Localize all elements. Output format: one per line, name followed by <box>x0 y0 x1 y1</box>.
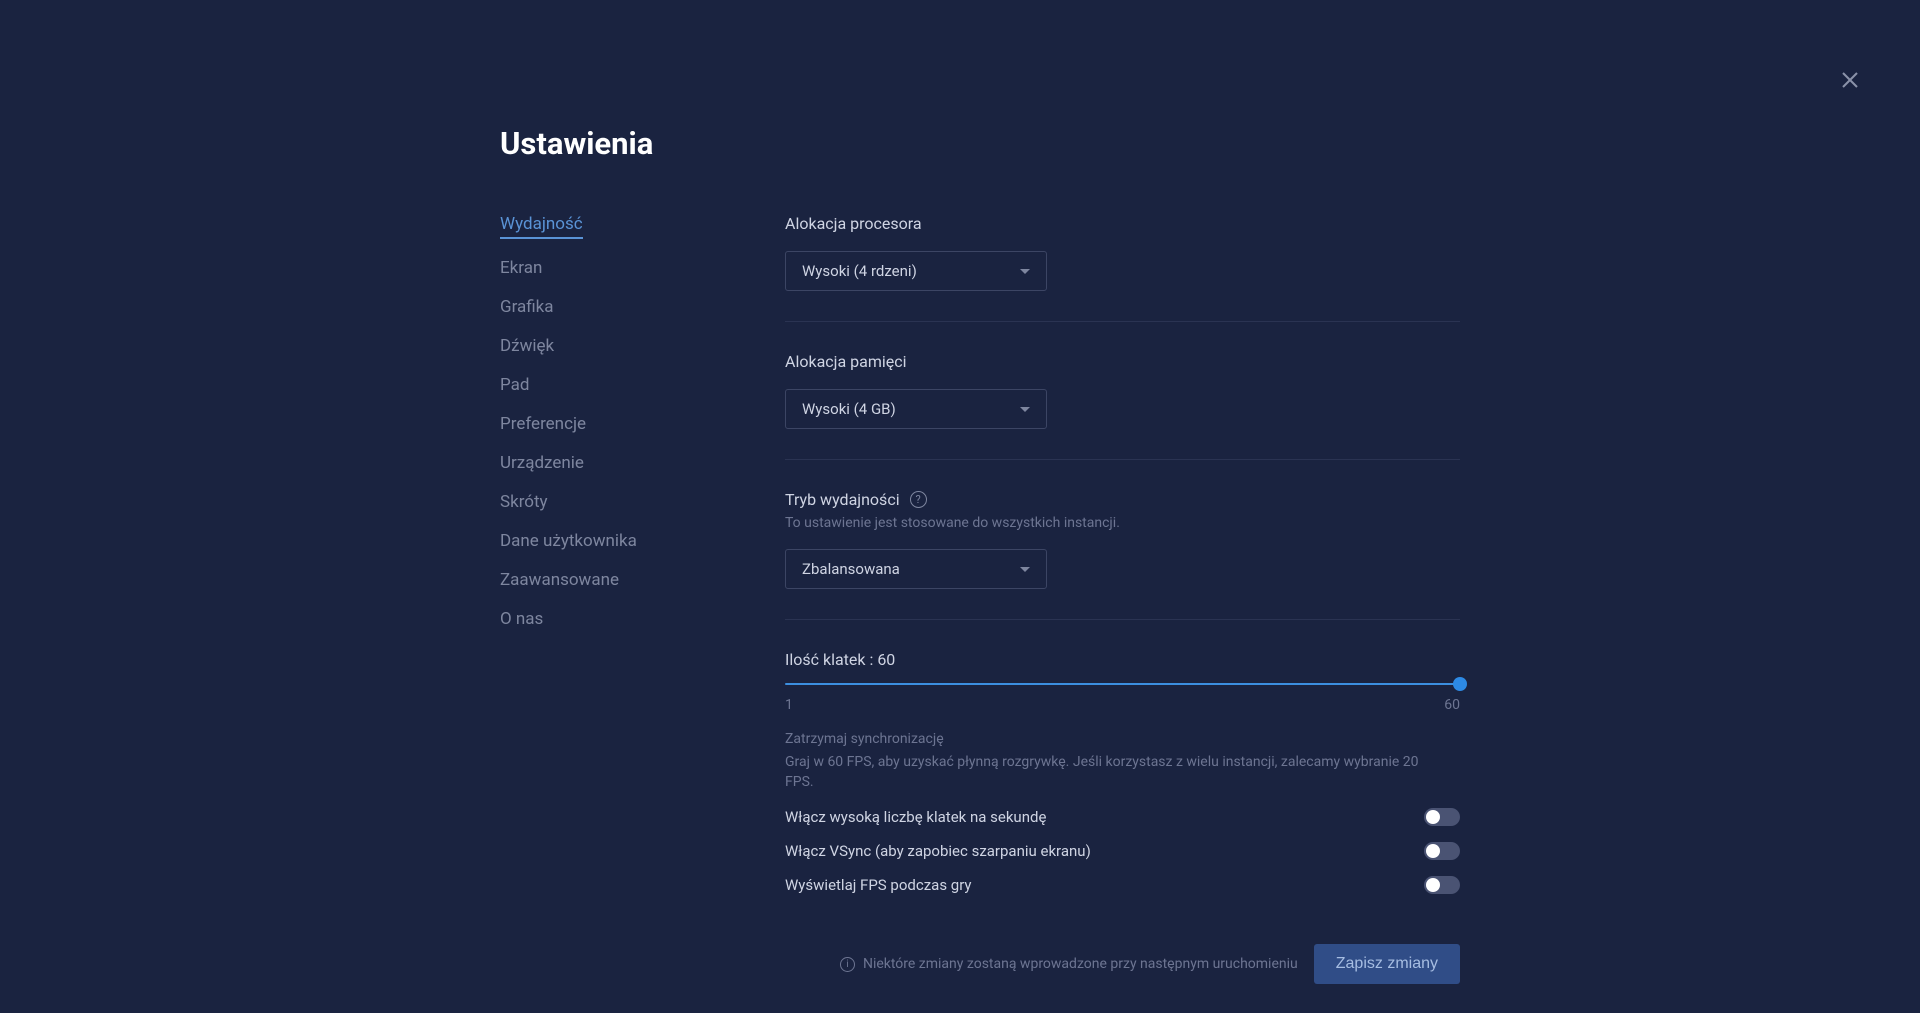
footer-note: i Niektóre zmiany zostaną wprowadzone pr… <box>840 956 1298 972</box>
sync-text: Zatrzymaj synchronizację <box>785 731 1460 747</box>
high-fps-label: Włącz wysoką liczbę klatek na sekundę <box>785 808 1046 826</box>
chevron-down-icon <box>1020 269 1030 274</box>
close-icon <box>1838 68 1862 92</box>
memory-alloc-select[interactable]: Wysoki (4 GB) <box>785 389 1047 429</box>
perf-mode-value: Zbalansowana <box>802 560 900 578</box>
vsync-label: Włącz VSync (aby zapobiec szarpaniu ekra… <box>785 842 1091 860</box>
fps-label: Ilość klatek : 60 <box>785 650 1460 669</box>
main-panel: Alokacja procesora Wysoki (4 rdzeni) Alo… <box>785 214 1500 984</box>
toggle-knob <box>1426 810 1440 824</box>
high-fps-toggle[interactable] <box>1424 808 1460 826</box>
sidebar-item-userdata[interactable]: Dane użytkownika <box>500 531 785 551</box>
memory-alloc-label: Alokacja pamięci <box>785 352 1460 371</box>
show-fps-label: Wyświetlaj FPS podczas gry <box>785 876 972 894</box>
sidebar-item-pad[interactable]: Pad <box>500 375 785 395</box>
perf-mode-sublabel: To ustawienie jest stosowane do wszystki… <box>785 515 1460 531</box>
sidebar-item-graphics[interactable]: Grafika <box>500 297 785 317</box>
sidebar-item-screen[interactable]: Ekran <box>500 258 785 278</box>
perf-mode-label: Tryb wydajności <box>785 490 900 509</box>
chevron-down-icon <box>1020 407 1030 412</box>
perf-mode-select[interactable]: Zbalansowana <box>785 549 1047 589</box>
help-icon[interactable]: ? <box>910 491 927 508</box>
page-title: Ustawienia <box>500 125 1500 162</box>
fps-slider[interactable] <box>785 683 1460 685</box>
show-fps-toggle[interactable] <box>1424 876 1460 894</box>
sidebar-item-device[interactable]: Urządzenie <box>500 453 785 473</box>
fps-value: 60 <box>877 650 895 669</box>
sidebar-item-shortcuts[interactable]: Skróty <box>500 492 785 512</box>
close-button[interactable] <box>1838 68 1862 92</box>
sidebar-item-preferences[interactable]: Preferencje <box>500 414 785 434</box>
sidebar-item-performance[interactable]: Wydajność <box>500 214 583 239</box>
toggle-knob <box>1426 878 1440 892</box>
chevron-down-icon <box>1020 567 1030 572</box>
settings-sidebar: Wydajność Ekran Grafika Dźwięk Pad Prefe… <box>500 214 785 984</box>
sidebar-item-advanced[interactable]: Zaawansowane <box>500 570 785 590</box>
fps-max: 60 <box>1444 697 1460 713</box>
cpu-alloc-label: Alokacja procesora <box>785 214 1460 233</box>
cpu-alloc-select[interactable]: Wysoki (4 rdzeni) <box>785 251 1047 291</box>
sidebar-item-about[interactable]: O nas <box>500 609 785 629</box>
fps-slider-thumb[interactable] <box>1453 677 1467 691</box>
fps-help-text: Graj w 60 FPS, aby uzyskać płynną rozgry… <box>785 753 1445 792</box>
cpu-alloc-value: Wysoki (4 rdzeni) <box>802 262 917 280</box>
memory-alloc-value: Wysoki (4 GB) <box>802 400 896 418</box>
save-button[interactable]: Zapisz zmiany <box>1314 944 1460 984</box>
vsync-toggle[interactable] <box>1424 842 1460 860</box>
fps-min: 1 <box>785 697 793 713</box>
info-icon: i <box>840 957 855 972</box>
sidebar-item-sound[interactable]: Dźwięk <box>500 336 785 356</box>
toggle-knob <box>1426 844 1440 858</box>
